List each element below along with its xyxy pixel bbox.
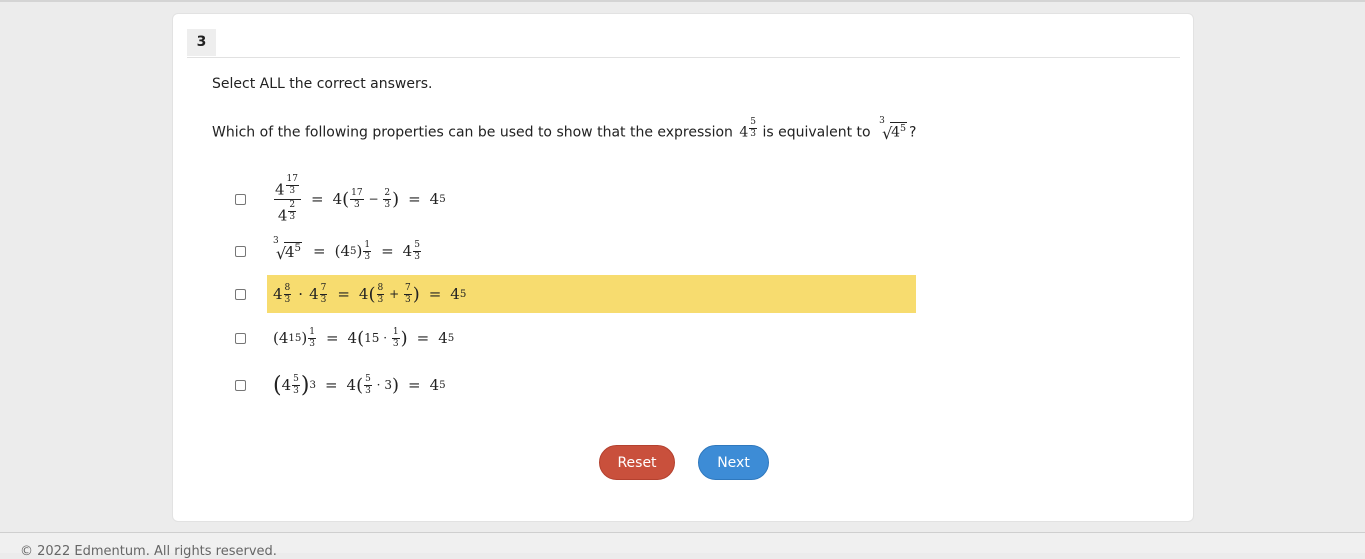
question-card: 3 Select ALL the correct answers. Which … bbox=[172, 13, 1194, 522]
option-1-checkbox[interactable] bbox=[235, 193, 246, 205]
answer-option-3[interactable]: 483 · 473 = 4(8 3 + 7 3) = 45 bbox=[235, 275, 916, 313]
question-radical-expression: 3 √ 45 bbox=[879, 116, 908, 143]
question-text: Which of the following properties can be… bbox=[212, 116, 917, 143]
question-mark: ? bbox=[909, 124, 917, 141]
option-5-math: (4 5 3) 3 = 4(5 3 · 3) = 45 bbox=[273, 372, 446, 398]
question-expression: 453 bbox=[739, 117, 758, 141]
option-3-checkbox[interactable] bbox=[235, 288, 246, 300]
option-5-checkbox[interactable] bbox=[235, 379, 246, 391]
footer: © 2022 Edmentum. All rights reserved. bbox=[0, 532, 1365, 559]
next-button[interactable]: Next bbox=[698, 445, 769, 480]
reset-button[interactable]: Reset bbox=[599, 445, 675, 480]
option-4-checkbox[interactable] bbox=[235, 332, 246, 344]
answer-option-5[interactable]: (4 5 3) 3 = 4(5 3 · 3) = 45 bbox=[235, 366, 446, 404]
question-text-middle: is equivalent to bbox=[762, 124, 871, 141]
question-text-before: Which of the following properties can be… bbox=[212, 124, 733, 141]
option-3-math: 483 · 473 = 4(8 3 + 7 3) = 45 bbox=[267, 275, 916, 313]
option-2-math: 3 √ 45 = (4 5) 1 3 = 453 bbox=[273, 235, 421, 263]
top-border bbox=[0, 0, 1365, 2]
answer-option-1[interactable]: 4 17 3 423 = 4(17 3 − 2 3) = 45 bbox=[235, 174, 446, 224]
answer-option-2[interactable]: 3 √ 45 = (4 5) 1 3 = 453 bbox=[235, 232, 422, 270]
instruction-text: Select ALL the correct answers. bbox=[212, 76, 433, 92]
header-divider bbox=[187, 57, 1180, 58]
option-2-checkbox[interactable] bbox=[235, 245, 246, 257]
option-1-math: 4 17 3 423 = 4(17 3 − 2 3) = 45 bbox=[274, 174, 446, 224]
option-4-math: (4 15) 1 3 = 4 (15 · 1 3) = 45 bbox=[273, 326, 455, 349]
question-number: 3 bbox=[187, 29, 216, 56]
answer-option-4[interactable]: (4 15) 1 3 = 4 (15 · 1 3) = 45 bbox=[235, 319, 454, 357]
